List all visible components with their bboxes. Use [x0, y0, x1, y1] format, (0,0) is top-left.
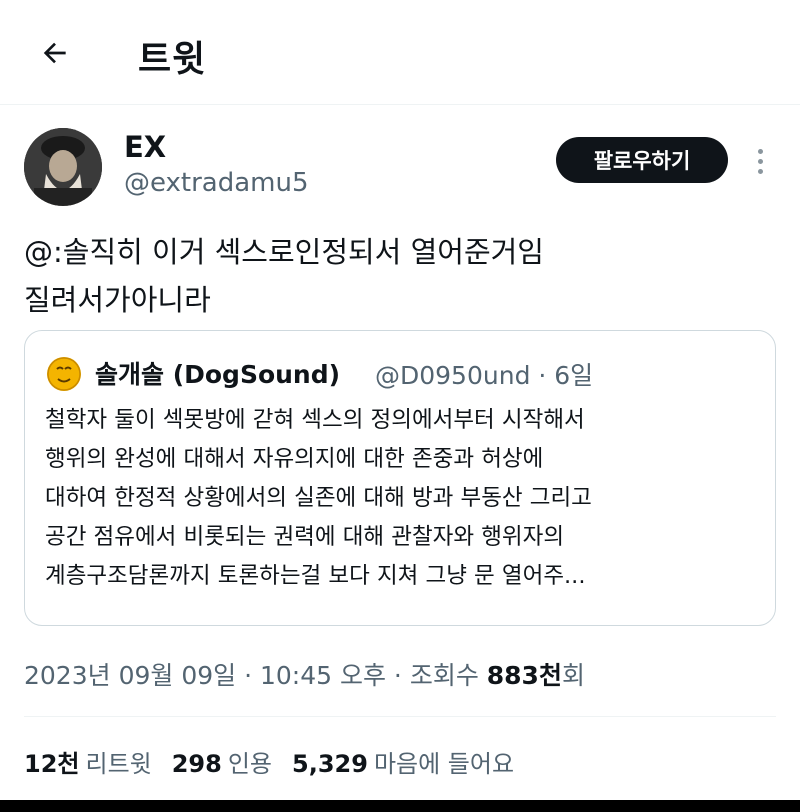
- engagement-stats: 12천 리트윗 298 인용 5,329 마음에 들어요: [24, 744, 534, 779]
- quotes-label: 인용: [227, 750, 273, 778]
- dot-icon: [757, 148, 763, 154]
- quoted-tweet[interactable]: 솔개솔 (DogSound) @D0950und · 6일 철학자 둘이 섹못방…: [24, 330, 776, 626]
- retweets-stat[interactable]: 12천 리트윗: [24, 744, 152, 779]
- author-avatar[interactable]: [24, 128, 102, 206]
- tweet-timestamp: 2023년 09월 09일 · 10:45 오후 · 조회수 883천회: [24, 656, 585, 692]
- quoted-line: 계층구조담론까지 토론하는걸 보다 지쳐 그냥 문 열어주...: [45, 563, 586, 589]
- quoted-author-name: 솔개솔 (DogSound): [95, 360, 341, 389]
- back-button[interactable]: [30, 28, 80, 78]
- follow-button[interactable]: 팔로우하기: [556, 137, 728, 183]
- quotes-stat[interactable]: 298 인용: [172, 744, 272, 779]
- top-bar: 트윗: [0, 0, 800, 104]
- tweet-text: @:솔직히 이거 섹스로인정되서 열어준거임 질려서가아니라: [24, 228, 774, 324]
- avatar-image: [24, 128, 102, 206]
- quotes-count: 298: [171, 750, 222, 778]
- retweets-count: 12천: [24, 750, 80, 778]
- quoted-line: 공간 점유에서 비롯되는 권력에 대해 관찰자와 행위자의: [45, 524, 565, 550]
- tweet-line: @:솔직히 이거 섹스로인정되서 열어준거임: [24, 235, 544, 269]
- stats-divider: [24, 716, 776, 717]
- view-count: 883천: [486, 661, 562, 690]
- quoted-line: 대하여 한정적 상황에서의 실존에 대해 방과 부동산 그리고: [45, 485, 592, 511]
- page-title: 트윗: [138, 39, 207, 80]
- likes-label: 마음에 들어요: [373, 750, 515, 778]
- author-name[interactable]: EX: [124, 130, 166, 164]
- likes-count: 5,329: [292, 750, 368, 778]
- quoted-line: 철학자 둘이 섹못방에 갇혀 섹스의 정의에서부터 시작해서: [45, 407, 585, 433]
- timestamp-text: 2023년 09월 09일 · 10:45 오후 · 조회수: [24, 661, 487, 690]
- view-suffix: 회: [561, 661, 585, 690]
- more-options-button[interactable]: [748, 143, 772, 179]
- emoji-face-icon: [47, 357, 81, 391]
- arrow-left-icon: [43, 42, 66, 64]
- tweet-line: 질려서가아니라: [24, 283, 211, 317]
- author-handle[interactable]: @extradamu5: [124, 168, 309, 198]
- quoted-tweet-text: 철학자 둘이 섹못방에 갇혀 섹스의 정의에서부터 시작해서 행위의 완성에 대…: [45, 401, 761, 596]
- quoted-author-avatar: [47, 357, 81, 391]
- dot-icon: [757, 168, 763, 174]
- bottom-edge: [0, 800, 800, 812]
- likes-stat[interactable]: 5,329 마음에 들어요: [292, 744, 514, 779]
- retweets-label: 리트윗: [85, 750, 152, 778]
- header-divider: [0, 104, 800, 105]
- quoted-line: 행위의 완성에 대해서 자유의지에 대한 존중과 허상에: [45, 446, 544, 472]
- dot-icon: [757, 158, 763, 164]
- quoted-author-meta: @D0950und · 6일: [375, 361, 594, 390]
